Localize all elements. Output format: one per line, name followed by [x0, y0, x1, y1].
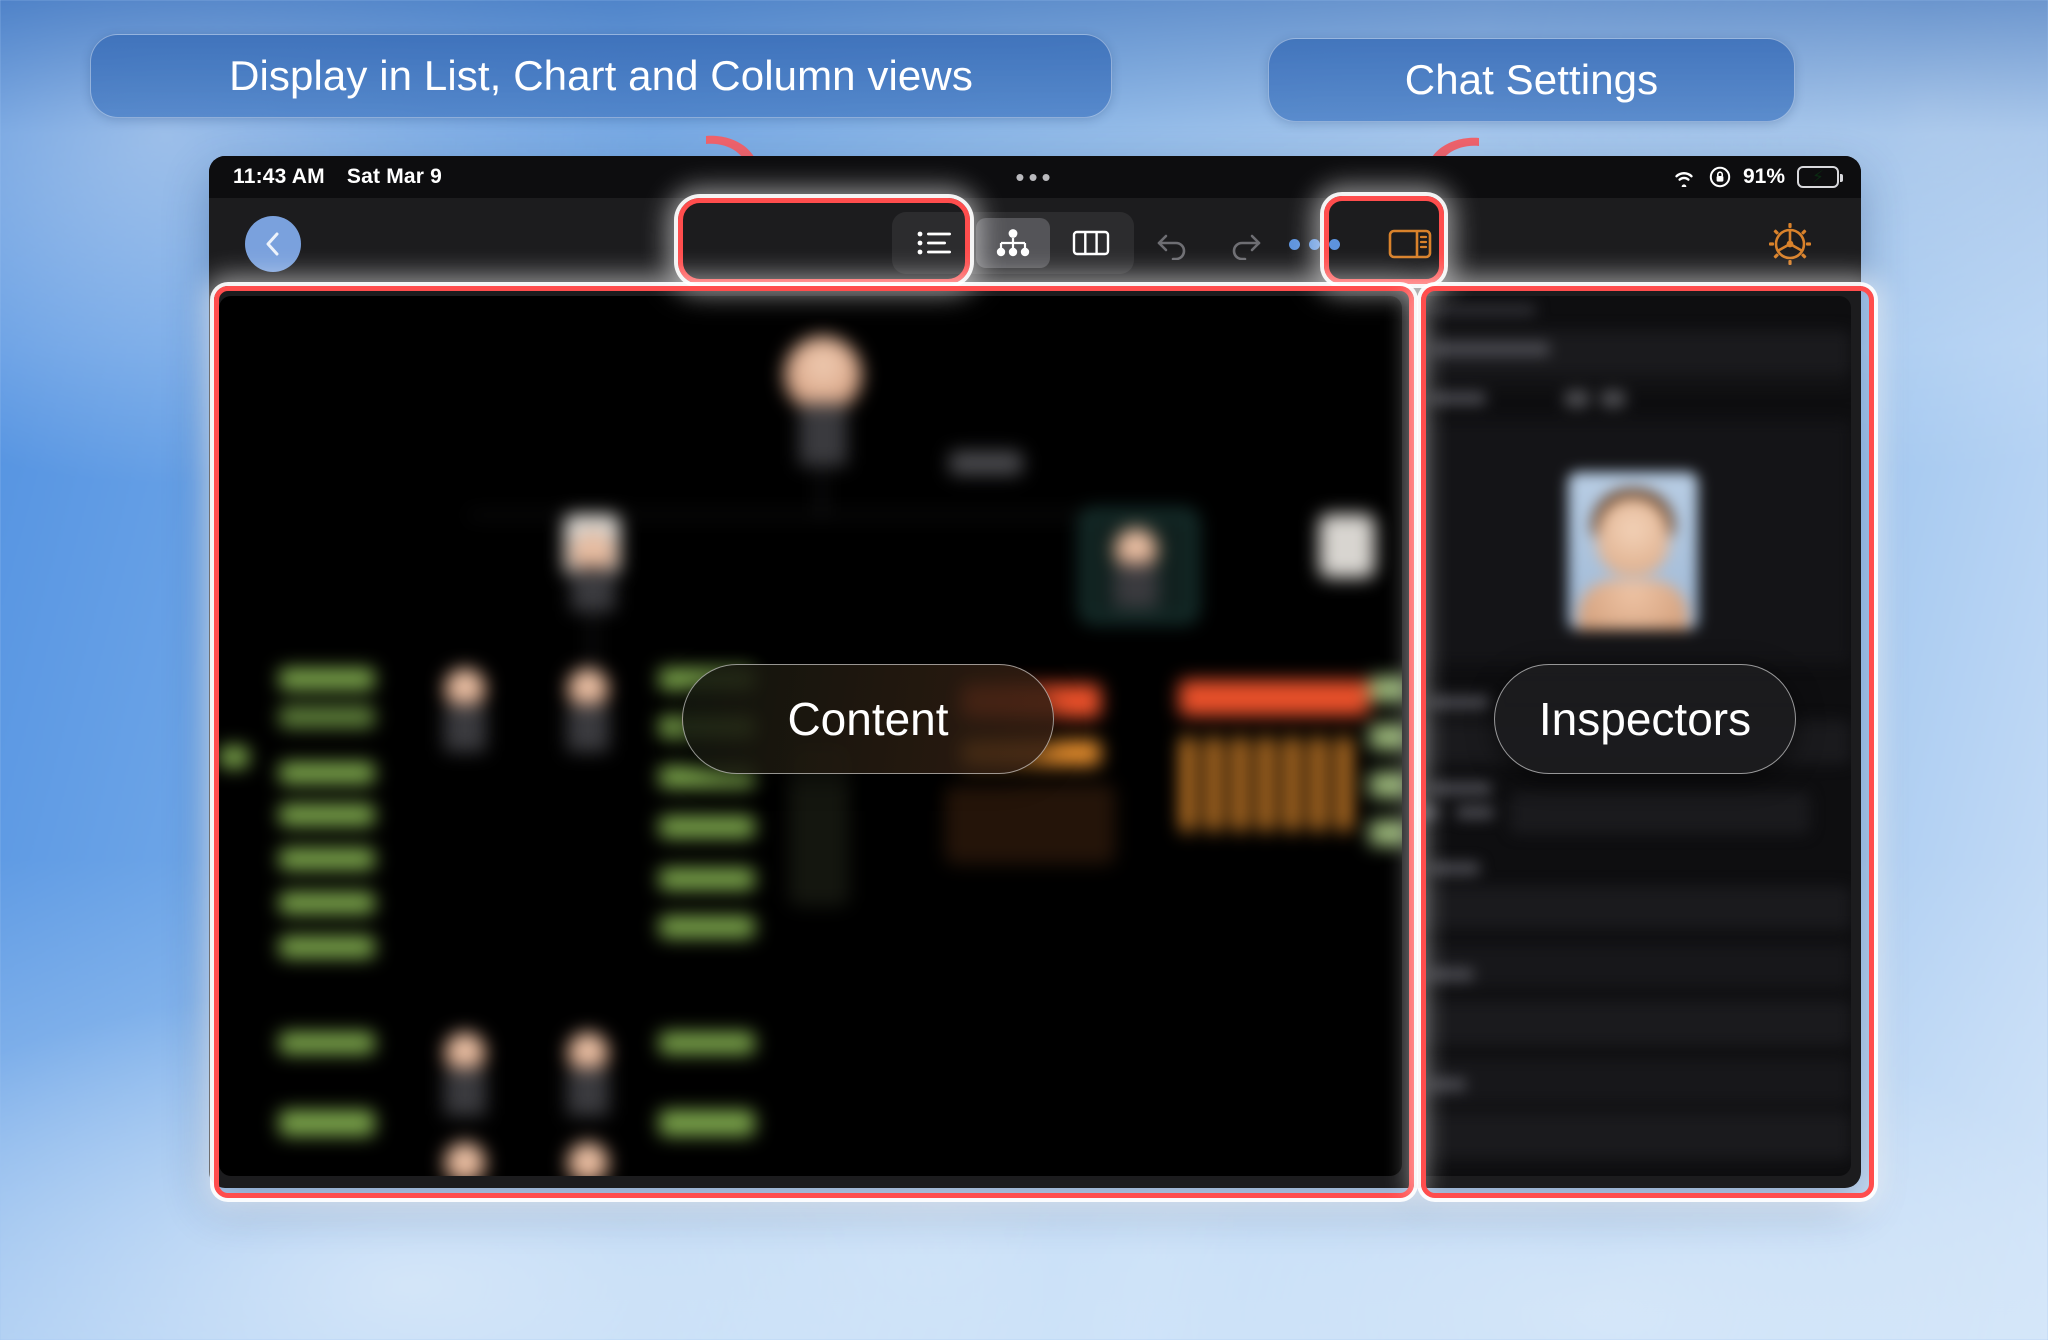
back-button[interactable] — [245, 216, 301, 272]
org-chart-icon — [996, 229, 1030, 257]
rotation-lock-icon — [1709, 166, 1731, 188]
more-menu-button[interactable] — [1279, 218, 1349, 270]
battery-percent-label: 91% — [1742, 165, 1785, 188]
status-date: Sat Mar 9 — [346, 165, 443, 188]
list-bullet-icon — [917, 231, 951, 255]
app-toolbar — [209, 198, 1861, 290]
chevron-left-icon — [266, 232, 279, 256]
settings-button[interactable] — [1755, 218, 1825, 270]
callout-chat-settings: Chat Settings — [1268, 38, 1795, 122]
inspector-portrait-photo — [1568, 472, 1698, 630]
callout-display-views: Display in List, Chart and Column views — [90, 34, 1112, 118]
gear-icon — [1769, 223, 1811, 265]
ellipsis-icon — [1288, 238, 1340, 250]
battery-charging-icon: ⚡ — [1797, 166, 1843, 188]
columns-icon — [1072, 230, 1110, 256]
segment-column-view[interactable] — [1054, 218, 1128, 268]
pill-label-content: Content — [682, 664, 1054, 774]
segment-chart-view[interactable] — [976, 218, 1050, 268]
status-bar-left: 11:43 AM Sat Mar 9 — [233, 165, 442, 189]
pill-label-inspectors: Inspectors — [1494, 664, 1796, 774]
view-mode-segmented-control[interactable] — [892, 212, 1134, 274]
multitask-handle-icon[interactable]: ••• — [1015, 164, 1054, 190]
status-bar-right: 91% ⚡ — [1671, 165, 1843, 189]
wifi-icon — [1675, 172, 1693, 187]
redo-button[interactable] — [1209, 218, 1279, 270]
undo-button[interactable] — [1139, 218, 1209, 270]
segment-list-view[interactable] — [898, 218, 972, 268]
redo-icon — [1232, 234, 1261, 260]
undo-icon — [1157, 234, 1186, 260]
status-time: 11:43 AM — [233, 165, 325, 188]
sidebar-right-icon — [1388, 229, 1432, 259]
inspector-toggle-button[interactable] — [1375, 218, 1445, 270]
toolbar-right-actions — [1139, 218, 1825, 270]
status-bar: 11:43 AM Sat Mar 9 ••• 91% ⚡ — [209, 156, 1861, 198]
